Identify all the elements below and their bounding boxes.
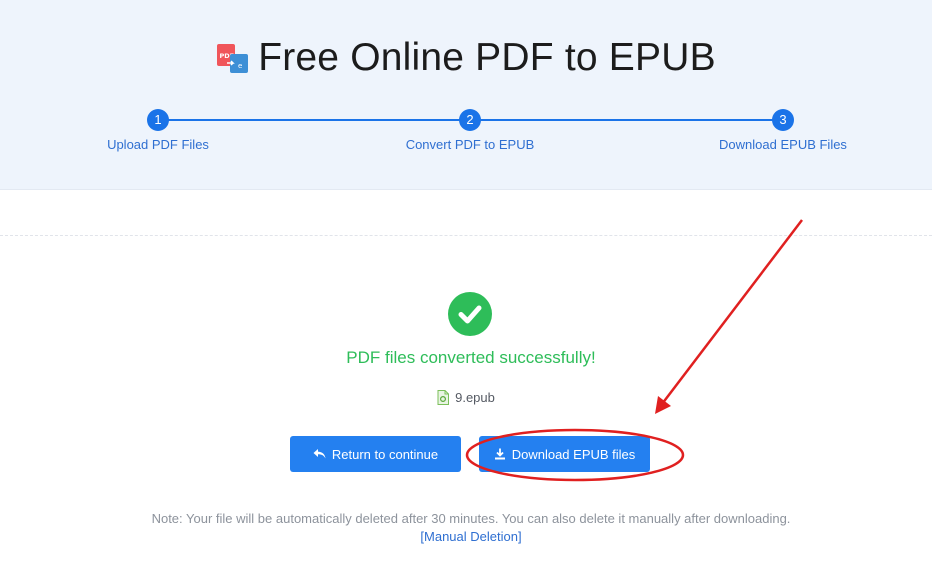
return-to-continue-button[interactable]: Return to continue [290, 436, 461, 472]
manual-deletion-link[interactable]: [Manual Deletion] [420, 529, 521, 544]
step-convert: 2 Convert PDF to EPUB [370, 109, 570, 152]
epub-file-icon [437, 390, 450, 405]
file-name[interactable]: 9.epub [455, 390, 495, 405]
download-epub-button[interactable]: Download EPUB files [479, 436, 650, 472]
step-download: 3 Download EPUB Files [683, 109, 883, 152]
step-number: 1 [147, 109, 169, 131]
step-number: 2 [459, 109, 481, 131]
divider [0, 235, 932, 236]
reply-arrow-icon [313, 449, 326, 459]
success-message: PDF files converted successfully! [346, 348, 596, 367]
annotation-arrow-line [661, 219, 803, 405]
step-number: 3 [772, 109, 794, 131]
svg-text:e: e [238, 62, 242, 70]
page-title: Free Online PDF to EPUB [258, 36, 716, 79]
note-text: Note: Your file will be automatically de… [151, 511, 791, 526]
deletion-note: Note: Your file will be automatically de… [0, 510, 932, 546]
check-circle-icon [448, 292, 492, 336]
download-button-label: Download EPUB files [511, 446, 636, 462]
step-label: Upload PDF Files [107, 137, 209, 152]
title-row: PDF e Free Online PDF to EPUB [0, 30, 932, 86]
page: PDF e Free Online PDF to EPUB 1 Upload P… [0, 0, 932, 573]
return-button-label: Return to continue [331, 446, 439, 462]
header-banner: PDF e Free Online PDF to EPUB 1 Upload P… [0, 0, 932, 190]
step-label: Download EPUB Files [719, 137, 847, 152]
step-label: Convert PDF to EPUB [405, 137, 535, 152]
download-icon [494, 448, 505, 460]
file-entry: 9.epub [0, 390, 932, 405]
pdf-to-epub-logo-icon: PDF e [216, 41, 250, 75]
step-upload: 1 Upload PDF Files [58, 109, 258, 152]
